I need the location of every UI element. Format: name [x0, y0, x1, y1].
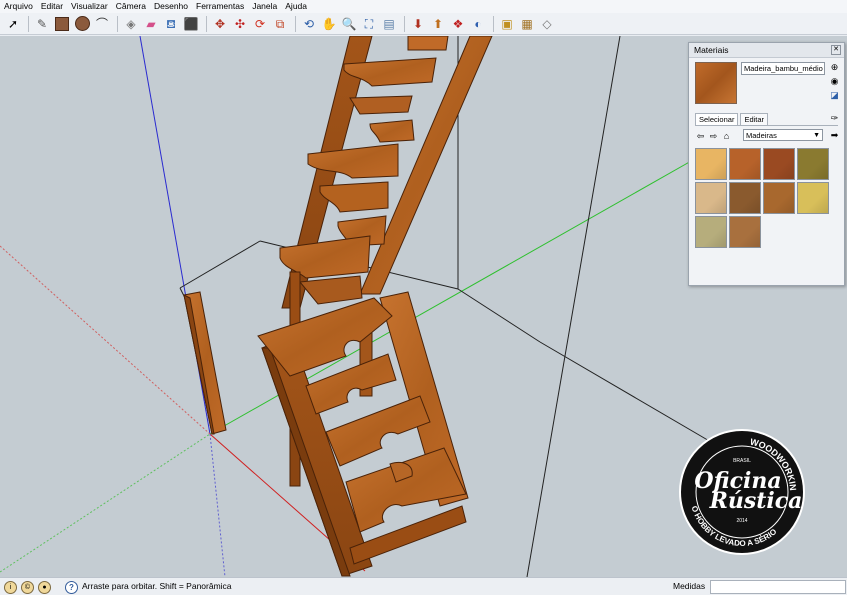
- lower-step: [325, 395, 431, 467]
- menu-editar[interactable]: Editar: [37, 0, 67, 13]
- material-swatch[interactable]: [763, 148, 795, 180]
- materials-panel[interactable]: Materiais ✕ Madeira_bambu_médio ⊕ ◉ ◪ ✑ …: [688, 42, 845, 286]
- back-arrow-icon[interactable]: ⇦: [695, 131, 706, 142]
- user-icon[interactable]: ●: [38, 581, 51, 594]
- tab-editar[interactable]: Editar: [740, 113, 769, 125]
- material-swatch[interactable]: [695, 182, 727, 214]
- extension-warehouse-tool-icon[interactable]: ◐: [469, 15, 487, 33]
- menu-ajuda[interactable]: Ajuda: [281, 0, 311, 13]
- move-tool-icon[interactable]: ✥: [211, 15, 229, 33]
- step: [319, 181, 389, 213]
- material-swatch[interactable]: [797, 182, 829, 214]
- toolbar-divider: [206, 15, 207, 32]
- styles-tool-icon[interactable]: ▦: [518, 15, 536, 33]
- orbit-tool-icon[interactable]: ⟲: [300, 15, 318, 33]
- follow-me-tool-icon[interactable]: ⟳: [251, 15, 269, 33]
- toolbar-divider: [117, 15, 118, 32]
- material-swatch[interactable]: [729, 216, 761, 248]
- toolbar: ➚ ✎ ⌒ ◈ ▰ ⛾ ⬛ ✥ ✣ ⟳ ⧉ ⟲ ✋ 🔍 ⛶ ▤ ⬇ ⬆ ❖ ◐ …: [0, 13, 847, 35]
- pencil-tool-icon[interactable]: ✎: [33, 15, 51, 33]
- previous-view-tool-icon[interactable]: ▤: [380, 15, 398, 33]
- eraser-tool-icon[interactable]: ▰: [142, 15, 160, 33]
- default-material-icon[interactable]: ◪: [829, 90, 840, 101]
- help-icon[interactable]: ?: [65, 581, 78, 594]
- material-swatch[interactable]: [797, 148, 829, 180]
- create-material-icon[interactable]: ⊕: [829, 62, 840, 73]
- section-tool-icon[interactable]: ◇: [538, 15, 556, 33]
- toolbar-divider: [295, 15, 296, 32]
- measurements-label: Medidas: [673, 581, 706, 591]
- materials-tabs: Selecionar Editar: [695, 113, 770, 125]
- forward-arrow-icon[interactable]: ⇨: [708, 131, 719, 142]
- current-material-preview[interactable]: [695, 62, 737, 104]
- material-swatch[interactable]: [729, 148, 761, 180]
- tab-divider: [695, 125, 838, 126]
- paint-bucket-tool-icon[interactable]: ⛾: [162, 15, 180, 33]
- get-models-tool-icon[interactable]: ⬇: [409, 15, 427, 33]
- logo-line2: Rústica: [709, 488, 803, 514]
- edge: [457, 288, 541, 343]
- make-component-tool-icon[interactable]: ◈: [122, 15, 140, 33]
- oficina-rustica-logo: WOODWORKING BRASIL Oficina Rústica 2014 …: [672, 422, 805, 555]
- circle-tool-icon[interactable]: [73, 15, 91, 33]
- pan-tool-icon[interactable]: ✋: [320, 15, 338, 33]
- materials-panel-header[interactable]: Materiais ✕: [689, 43, 844, 58]
- edge: [179, 240, 261, 289]
- rotate-tool-icon[interactable]: ✣: [231, 15, 249, 33]
- status-bar: i © ● ? Arraste para orbitar. Shift = Pa…: [0, 577, 847, 595]
- material-swatch[interactable]: [695, 216, 727, 248]
- zoom-extents-tool-icon[interactable]: ⛶: [360, 15, 378, 33]
- status-text: Arraste para orbitar. Shift = Panorâmica: [82, 581, 232, 591]
- menu-bar: Arquivo Editar Visualizar Câmera Desenho…: [0, 0, 847, 13]
- step: [407, 36, 449, 51]
- collection-select[interactable]: Madeiras ▼: [743, 129, 823, 141]
- material-swatch[interactable]: [763, 182, 795, 214]
- arc-tool-icon[interactable]: ⌒: [93, 15, 111, 33]
- layout-tool-icon[interactable]: ▣: [498, 15, 516, 33]
- material-swatch-grid: [695, 148, 835, 248]
- materials-nav: ⇦ ⇨ ⌂: [695, 130, 734, 142]
- blue-axis-dotted: [209, 433, 226, 577]
- share-model-tool-icon[interactable]: ⬆: [429, 15, 447, 33]
- measurements-field[interactable]: [710, 580, 846, 594]
- collection-value: Madeiras: [746, 131, 777, 140]
- step: [349, 95, 413, 115]
- logo-year: 2014: [736, 518, 747, 524]
- component-warehouse-tool-icon[interactable]: ❖: [449, 15, 467, 33]
- geo-location-icon[interactable]: i: [4, 581, 17, 594]
- menu-janela[interactable]: Janela: [248, 0, 281, 13]
- chevron-down-icon[interactable]: ▼: [813, 130, 820, 142]
- home-icon[interactable]: ⌂: [721, 131, 732, 141]
- toolbar-divider: [404, 15, 405, 32]
- materials-panel-title: Materiais: [694, 45, 729, 55]
- red-axis-dotted: [0, 245, 211, 435]
- toolbar-divider: [493, 15, 494, 32]
- details-arrow-icon[interactable]: ➡: [829, 130, 840, 141]
- menu-visualizar[interactable]: Visualizar: [67, 0, 112, 13]
- rectangle-tool-icon[interactable]: [53, 15, 71, 33]
- zoom-tool-icon[interactable]: 🔍: [340, 15, 358, 33]
- material-swatch[interactable]: [729, 182, 761, 214]
- edge: [526, 36, 621, 577]
- select-tool-icon[interactable]: ➚: [4, 15, 22, 33]
- material-swatch[interactable]: [695, 148, 727, 180]
- logo-country: BRASIL: [733, 458, 751, 464]
- menu-desenho[interactable]: Desenho: [150, 0, 192, 13]
- menu-arquivo[interactable]: Arquivo: [0, 0, 37, 13]
- green-axis-dotted: [0, 433, 211, 573]
- menu-camera[interactable]: Câmera: [112, 0, 150, 13]
- push-pull-tool-icon[interactable]: ⬛: [182, 15, 200, 33]
- step: [369, 119, 415, 143]
- eyedropper-icon[interactable]: ✑: [829, 113, 840, 124]
- scale-tool-icon[interactable]: ⧉: [271, 15, 289, 33]
- sample-paint-icon[interactable]: ◉: [829, 76, 840, 87]
- close-icon[interactable]: ✕: [831, 45, 841, 55]
- step: [299, 275, 363, 305]
- material-name-field[interactable]: Madeira_bambu_médio: [741, 62, 825, 75]
- menu-ferramentas[interactable]: Ferramentas: [192, 0, 248, 13]
- tab-selecionar[interactable]: Selecionar: [695, 113, 739, 125]
- toolbar-divider: [28, 15, 29, 32]
- credits-icon[interactable]: ©: [21, 581, 34, 594]
